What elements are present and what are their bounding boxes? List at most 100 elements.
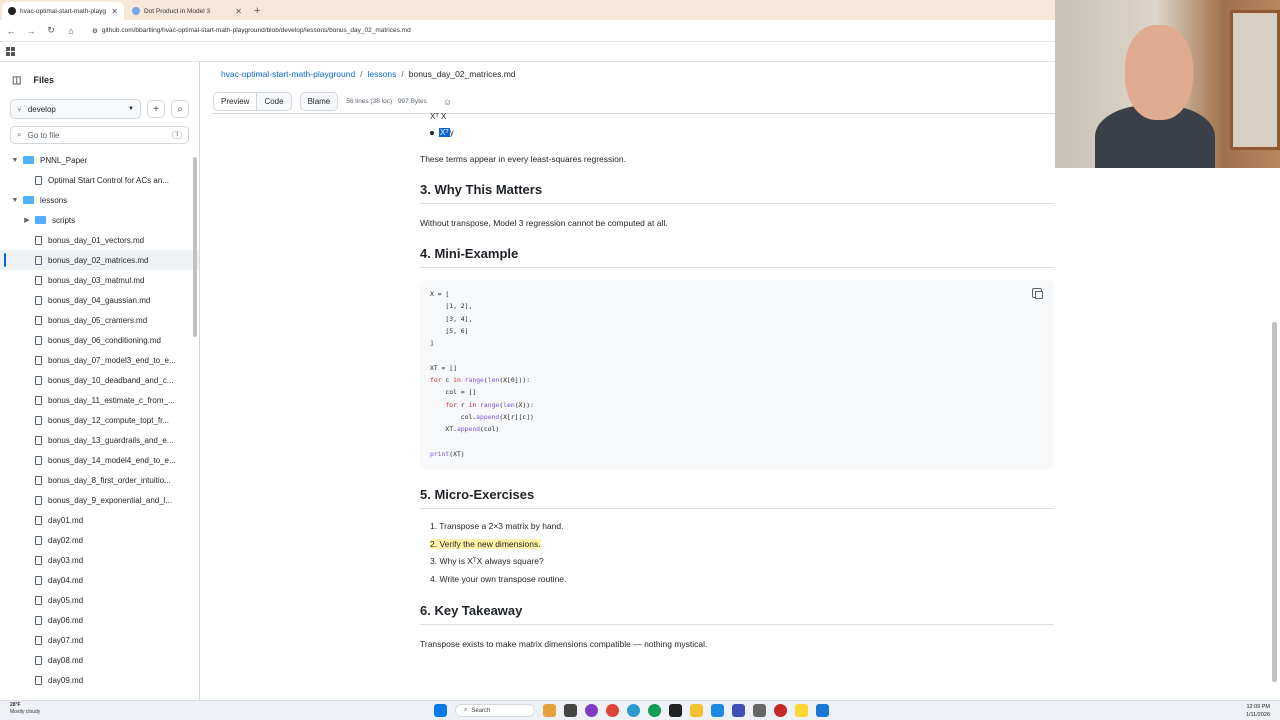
file-icon — [35, 555, 42, 565]
tree-item-label: bonus_day_06_conditioning.md — [48, 335, 161, 345]
task-view-icon[interactable] — [564, 704, 577, 717]
search-button[interactable]: ⌕ — [171, 100, 189, 118]
file-toolbar: Preview Code Blame 56 lines (38 loc) · 9… — [212, 90, 1055, 114]
clock[interactable]: 12:09 PM 1/11/2026 — [1246, 703, 1270, 719]
file-icon — [35, 595, 42, 605]
tree-file[interactable]: bonus_day_04_gaussian.md — [0, 290, 199, 310]
blame-tab[interactable]: Blame — [300, 93, 338, 110]
branch-selector[interactable]: ⑂ develop ▼ — [10, 99, 141, 119]
tree-folder[interactable]: ▶ scripts — [0, 210, 199, 230]
tree-file[interactable]: bonus_day_14_model4_end_to_e... — [0, 450, 199, 470]
breadcrumb-repo-link[interactable]: hvac-optimal-start-math-playground — [221, 69, 355, 79]
weather-widget[interactable]: 28°F Mostly cloudy — [10, 702, 40, 716]
tree-file[interactable]: bonus_day_05_cramers.md — [0, 310, 199, 330]
new-tab-icon[interactable]: + — [254, 5, 260, 17]
tree-file[interactable]: day01.md — [0, 510, 199, 530]
tree-file[interactable]: bonus_day_13_guardrails_and_e... — [0, 430, 199, 450]
app-icon[interactable] — [711, 704, 724, 717]
file-explorer-icon[interactable] — [690, 704, 703, 717]
code-tab[interactable]: Code — [257, 93, 291, 110]
chevron-down-icon: ▼ — [128, 106, 134, 112]
tree-file[interactable]: bonus_day_9_exponential_and_l... — [0, 490, 199, 510]
app-icon[interactable] — [795, 704, 808, 717]
tree-file[interactable]: day07.md — [0, 630, 199, 650]
list-item-cut: Xᵀ X — [430, 112, 447, 121]
file-icon — [35, 575, 42, 585]
reload-icon[interactable]: ↻ — [46, 25, 56, 36]
tree-file[interactable]: day09.md — [0, 670, 199, 690]
collapse-sidebar-icon[interactable]: ◫ — [12, 75, 21, 86]
chrome-icon[interactable] — [648, 704, 661, 717]
tree-file[interactable]: bonus_day_10_deadband_and_c... — [0, 370, 199, 390]
chevron-down-icon[interactable]: ▼ — [10, 197, 20, 204]
chevron-down-icon[interactable]: ▼ — [10, 157, 20, 164]
app-icon[interactable] — [543, 704, 556, 717]
tree-file[interactable]: bonus_day_02_matrices.md — [0, 250, 199, 270]
file-icon — [35, 495, 42, 505]
tree-file[interactable]: bonus_day_06_conditioning.md — [0, 330, 199, 350]
file-icon — [35, 395, 42, 405]
tree-folder[interactable]: ▼ PNNL_Paper — [0, 150, 199, 170]
vscode-icon[interactable] — [816, 704, 829, 717]
taskbar-search[interactable]: ⌕ Search — [455, 704, 535, 717]
tree-file[interactable]: Optimal Start Control for ACs an... — [0, 170, 199, 190]
tree-file[interactable]: day08.md — [0, 650, 199, 670]
tree-item-label: PNNL_Paper — [40, 155, 88, 165]
home-icon[interactable]: ⌂ — [66, 26, 76, 36]
close-icon[interactable]: ✕ — [111, 7, 118, 16]
preview-tab[interactable]: Preview — [214, 93, 258, 110]
file-icon — [35, 275, 42, 285]
folder-icon — [35, 216, 46, 224]
file-icon — [35, 675, 42, 685]
url-field[interactable]: ⚙ github.com/bbartling/hvac-optimal-star… — [92, 27, 411, 35]
copy-icon[interactable] — [1032, 288, 1043, 299]
go-to-file-input[interactable]: ⌕ Go to file t — [10, 126, 189, 144]
file-icon — [35, 615, 42, 625]
tree-file[interactable]: bonus_day_12_compute_topt_fr... — [0, 410, 199, 430]
add-file-button[interactable]: + — [147, 100, 165, 118]
terminal-icon[interactable] — [669, 704, 682, 717]
forward-icon[interactable]: → — [26, 26, 36, 36]
tree-folder[interactable]: ▼ lessons — [0, 190, 199, 210]
tree-item-label: bonus_day_04_gaussian.md — [48, 295, 151, 305]
why-paragraph: Without transpose, Model 3 regression ca… — [420, 218, 668, 228]
copilot-icon[interactable]: ☺ — [443, 97, 452, 107]
windows-start-icon[interactable] — [434, 704, 447, 717]
tree-file[interactable]: bonus_day_03_matmul.md — [0, 270, 199, 290]
file-icon — [35, 415, 42, 425]
clock-time: 12:09 PM — [1246, 704, 1270, 710]
file-icon — [35, 295, 42, 305]
back-icon[interactable]: ← — [6, 26, 16, 36]
tree-file[interactable]: bonus_day_07_model3_end_to_e... — [0, 350, 199, 370]
tree-item-label: bonus_day_10_deadband_and_c... — [48, 375, 174, 385]
tree-item-label: scripts — [52, 215, 76, 225]
apps-icon[interactable] — [6, 47, 15, 56]
app-icon[interactable] — [585, 704, 598, 717]
tree-file[interactable]: day04.md — [0, 570, 199, 590]
selected-text: Xᵀ — [439, 128, 450, 137]
heading-micro-exercises: 5. Micro-Exercises — [420, 487, 1054, 509]
tree-file[interactable]: day06.md — [0, 610, 199, 630]
main-scrollbar[interactable] — [1272, 322, 1277, 682]
file-info: 56 lines (38 loc) · 997 Bytes — [346, 98, 427, 105]
site-info-icon[interactable]: ⚙ — [92, 27, 98, 35]
tree-file[interactable]: bonus_day_01_vectors.md — [0, 230, 199, 250]
tree-file[interactable]: day03.md — [0, 550, 199, 570]
chrome-icon[interactable] — [606, 704, 619, 717]
edge-icon[interactable] — [627, 704, 640, 717]
settings-icon[interactable] — [753, 704, 766, 717]
tab-title: Dot Product in Model 3 — [144, 7, 211, 15]
tree-file[interactable]: bonus_day_8_first_order_intuitio... — [0, 470, 199, 490]
tree-file[interactable]: bonus_day_11_estimate_c_from_... — [0, 390, 199, 410]
tree-file[interactable]: day05.md — [0, 590, 199, 610]
app-icon[interactable] — [774, 704, 787, 717]
tab-repo[interactable]: hvac-optimal-start-math-playg ✕ — [2, 2, 124, 20]
tab-dot-product[interactable]: Dot Product in Model 3 ✕ — [126, 2, 248, 20]
sidebar-scrollbar[interactable] — [193, 157, 197, 337]
tree-file[interactable]: day02.md — [0, 530, 199, 550]
file-icon — [35, 235, 42, 245]
breadcrumb-folder-link[interactable]: lessons — [368, 69, 397, 79]
chevron-right-icon[interactable]: ▶ — [22, 216, 32, 224]
app-icon[interactable] — [732, 704, 745, 717]
close-icon[interactable]: ✕ — [235, 7, 242, 16]
